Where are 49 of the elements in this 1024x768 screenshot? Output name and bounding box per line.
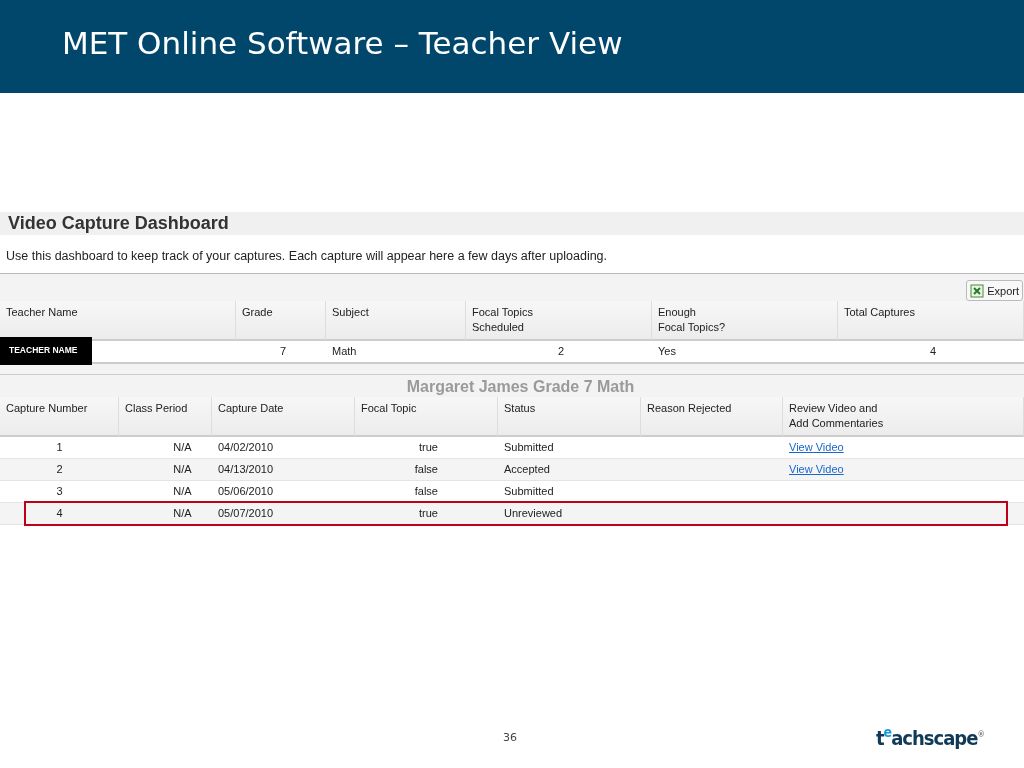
slide-title: MET Online Software – Teacher View (62, 24, 623, 61)
table-cell-text: false (413, 484, 439, 499)
column-header: Capture Date (212, 397, 355, 437)
column-header: Teacher Name (0, 301, 236, 341)
table-cell-text: 05/07/2010 (217, 506, 275, 521)
page-number: 36 (503, 731, 517, 744)
column-header: Focal Topics Scheduled (466, 301, 652, 341)
table-cell-text: N/A (172, 462, 193, 477)
teacher-name-label: TEACHER NAME (0, 337, 92, 365)
table-cell-text: 1 (55, 440, 64, 455)
table-cell-text: true (418, 440, 439, 455)
table-cell-text: N/A (172, 506, 193, 521)
column-header: Review Video and Add Commentaries (783, 397, 1024, 437)
column-header: Grade (236, 301, 326, 341)
table-cell-text: Yes (657, 344, 677, 359)
view-video-link[interactable]: View Video (789, 463, 844, 475)
dashboard-title: Video Capture Dashboard (0, 212, 1024, 235)
logo: t$^{e}$achscape$^{®}$ (876, 724, 984, 750)
column-header: Status (498, 397, 641, 437)
table-cell-text: 04/02/2010 (217, 440, 275, 455)
table-cell-text: 4 (928, 344, 937, 359)
table-cell-text: Unreviewed (503, 506, 564, 521)
table-cell-text: Submitted (503, 484, 555, 499)
table-cell-text: 2 (55, 462, 64, 477)
table-cell-text: false (413, 462, 439, 477)
table-cell-text: Math (331, 344, 358, 359)
table-cell-text: 04/13/2010 (217, 462, 275, 477)
table-cell-text: 3 (55, 484, 64, 499)
table-cell-text: N/A (172, 484, 193, 499)
table-cell-text: Accepted (503, 462, 551, 477)
column-header: Enough Focal Topics? (652, 301, 838, 341)
table-cell-text: Submitted (503, 440, 555, 455)
dashboard-description: Use this dashboard to keep track of your captures. Each capture will appear here a few days after uploading. (5, 248, 609, 265)
column-header: Capture Number (0, 397, 119, 437)
table-cell-text: 05/06/2010 (217, 484, 275, 499)
captures-title: Margaret James Grade 7 Math (405, 377, 636, 397)
column-header: Subject (326, 301, 466, 341)
column-header: Total Captures (838, 301, 1024, 341)
column-header: Focal Topic (355, 397, 498, 437)
view-video-link[interactable]: View Video (789, 441, 844, 453)
export-button[interactable]: Export (966, 280, 1023, 301)
table-cell-text: 4 (55, 506, 64, 521)
spreadsheet-icon (970, 283, 985, 298)
column-header: Reason Rejected (641, 397, 783, 437)
column-header: Class Period (119, 397, 212, 437)
table-cell-text: true (418, 506, 439, 521)
table-cell-text: N/A (172, 440, 193, 455)
table-cell-text: 2 (556, 344, 565, 359)
table-cell-text: 7 (278, 344, 287, 359)
